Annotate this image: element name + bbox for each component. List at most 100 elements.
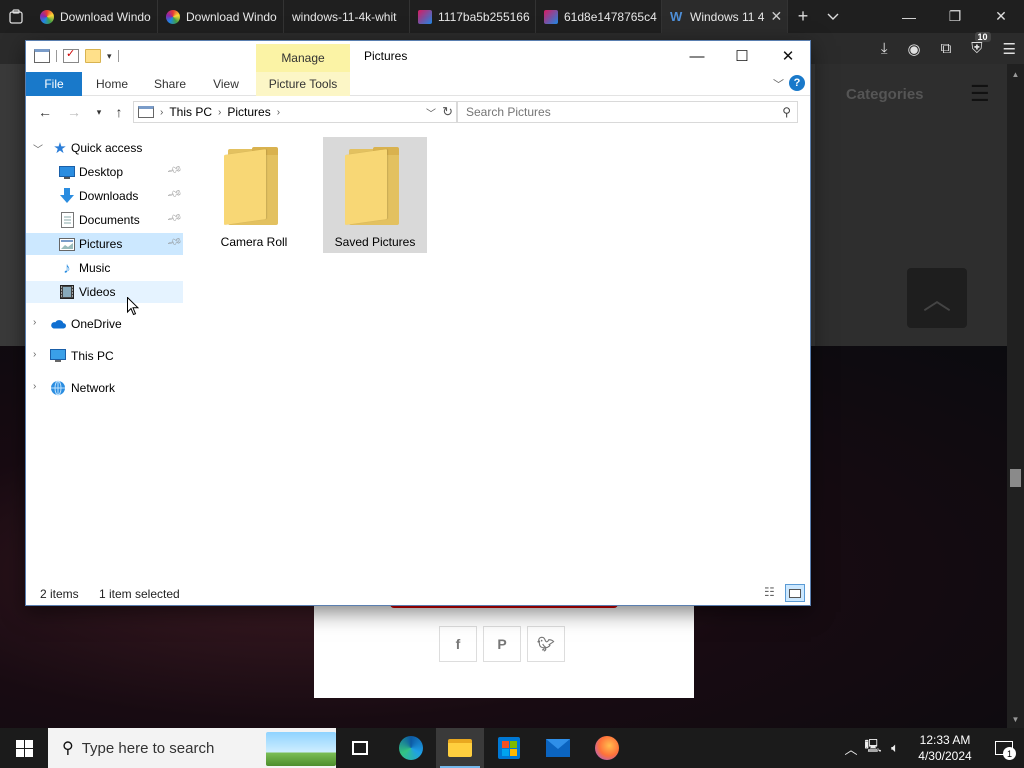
folder-item-camera-roll[interactable]: Camera Roll bbox=[202, 137, 306, 253]
up-arrow-icon[interactable]: ↑ bbox=[109, 102, 129, 122]
nav-this-pc[interactable]: › This PC bbox=[26, 345, 183, 367]
pin-icon[interactable]: 📌︎ bbox=[166, 235, 183, 251]
browser-tab[interactable]: windows-11-4k-whit bbox=[284, 0, 410, 33]
breadcrumb-this-pc[interactable]: This PC bbox=[169, 105, 212, 119]
scroll-down-arrow-icon[interactable]: ▼ bbox=[1007, 715, 1024, 724]
large-icons-view-icon[interactable] bbox=[785, 584, 805, 602]
browser-menu-icon[interactable]: ☰ bbox=[1003, 40, 1016, 58]
pin-icon[interactable]: 📌︎ bbox=[166, 187, 183, 203]
back-arrow-icon[interactable]: ← bbox=[35, 102, 55, 122]
minimize-icon[interactable]: — bbox=[674, 41, 720, 71]
extensions-icon[interactable]: ⧉ bbox=[941, 40, 952, 57]
search-box[interactable]: ⚲ bbox=[457, 101, 798, 123]
tab-share[interactable]: Share bbox=[148, 72, 192, 96]
browser-tab[interactable]: 61d8e1478765c4 bbox=[536, 0, 662, 33]
collapsed-chevron-icon[interactable]: › bbox=[33, 381, 36, 392]
tab-file[interactable]: File bbox=[26, 72, 82, 96]
network-status-icon[interactable]: 🖳︎ bbox=[862, 737, 884, 759]
expand-chevron-icon[interactable]: ﹀ bbox=[33, 141, 43, 156]
taskbar-mail[interactable] bbox=[534, 728, 582, 768]
search-icon: ⚲ bbox=[62, 740, 74, 757]
scrollbar-thumb[interactable] bbox=[1010, 469, 1021, 487]
ribbon-tabs: File Home Share View Picture Tools ﹀ ? bbox=[26, 72, 810, 96]
browser-minimize-icon[interactable]: — bbox=[886, 0, 932, 33]
customize-toolbar-icon[interactable]: ▾ bbox=[107, 51, 112, 62]
taskbar-edge[interactable] bbox=[387, 728, 435, 768]
new-folder-icon[interactable] bbox=[85, 49, 101, 63]
address-bar[interactable]: › This PC › Pictures › ﹀ ↻ bbox=[133, 101, 457, 123]
scroll-to-top-icon[interactable]: ︿ bbox=[907, 268, 967, 328]
close-icon[interactable]: ✕ bbox=[765, 41, 811, 71]
webpage-menu-icon[interactable]: ☰ bbox=[970, 83, 994, 105]
search-input[interactable] bbox=[458, 102, 768, 122]
browser-restore-icon[interactable]: ❐ bbox=[932, 0, 978, 33]
clock-time: 12:33 AM bbox=[919, 733, 971, 747]
tab-actions-menu-icon[interactable] bbox=[0, 0, 32, 33]
close-tab-icon[interactable]: ✕ bbox=[770, 8, 782, 25]
nav-item-desktop[interactable]: Desktop 📌︎ bbox=[26, 161, 183, 183]
volume-muted-icon[interactable]: 🔈︎ bbox=[884, 740, 906, 756]
properties-icon[interactable] bbox=[63, 47, 79, 63]
recent-locations-chevron-icon[interactable]: ▾ bbox=[89, 102, 109, 122]
browser-close-icon[interactable]: ✕ bbox=[978, 0, 1024, 33]
details-view-icon[interactable]: ☷ bbox=[764, 585, 782, 601]
browser-tab[interactable]: Download Windo bbox=[158, 0, 284, 33]
twitter-icon[interactable]: 🐦︎ bbox=[527, 626, 565, 662]
nav-onedrive[interactable]: › OneDrive bbox=[26, 313, 183, 335]
nav-item-music[interactable]: ♪ Music bbox=[26, 257, 183, 279]
nav-item-documents[interactable]: Documents 📌︎ bbox=[26, 209, 183, 231]
window-menu-icon[interactable] bbox=[34, 49, 50, 63]
start-button[interactable] bbox=[0, 728, 48, 768]
browser-tab[interactable]: 1117ba5b255166 bbox=[410, 0, 536, 33]
star-icon: ★ bbox=[53, 140, 67, 157]
pinterest-icon[interactable]: P bbox=[483, 626, 521, 662]
nav-network[interactable]: › Network bbox=[26, 377, 183, 399]
taskbar-search[interactable]: ⚲ Type here to search bbox=[48, 728, 336, 768]
breadcrumb-chevron-icon[interactable]: › bbox=[218, 107, 221, 118]
help-icon[interactable]: ? bbox=[789, 75, 805, 91]
taskbar-firefox[interactable] bbox=[583, 728, 631, 768]
tab-list-chevron-icon[interactable] bbox=[818, 0, 848, 33]
task-view-button[interactable] bbox=[336, 728, 384, 768]
show-hidden-icons-icon[interactable]: ︿ bbox=[840, 739, 862, 758]
browser-tab-active[interactable]: W Windows 11 4 ✕ bbox=[662, 0, 788, 33]
breadcrumb-pictures[interactable]: Pictures bbox=[227, 105, 270, 119]
downloads-icon[interactable]: ⤓ bbox=[881, 40, 888, 57]
forward-arrow-icon[interactable]: → bbox=[64, 102, 84, 122]
tab-home[interactable]: Home bbox=[88, 72, 136, 96]
folder-item-saved-pictures[interactable]: Saved Pictures bbox=[323, 137, 427, 253]
folder-label: Camera Roll bbox=[220, 235, 288, 249]
refresh-icon[interactable]: ↻ bbox=[442, 104, 453, 120]
page-scrollbar[interactable]: ▲ ▼ bbox=[1007, 64, 1024, 728]
new-tab-button[interactable]: + bbox=[788, 0, 818, 33]
cloud-icon bbox=[50, 316, 66, 332]
breadcrumb-chevron-icon[interactable]: › bbox=[277, 107, 280, 118]
clock[interactable]: 12:33 AM 4/30/2024 bbox=[906, 732, 984, 764]
pictures-location-icon bbox=[138, 106, 154, 118]
maximize-icon[interactable]: ☐ bbox=[719, 41, 765, 71]
notification-center-button[interactable]: 1 bbox=[984, 728, 1024, 768]
pin-icon[interactable]: 📌︎ bbox=[166, 163, 183, 179]
collapsed-chevron-icon[interactable]: › bbox=[33, 349, 36, 360]
search-icon[interactable]: ⚲ bbox=[782, 105, 791, 119]
collapsed-chevron-icon[interactable]: › bbox=[33, 317, 36, 328]
categories-menu[interactable]: Categories bbox=[846, 86, 924, 103]
ublock-icon[interactable]: ⛨ 10 bbox=[971, 32, 991, 57]
nav-item-videos[interactable]: Videos bbox=[26, 281, 183, 303]
expand-ribbon-icon[interactable]: ﹀ bbox=[773, 76, 784, 92]
taskbar-store[interactable] bbox=[485, 728, 533, 768]
manage-contextual-tab[interactable]: Manage bbox=[256, 44, 350, 72]
tab-picture-tools[interactable]: Picture Tools bbox=[256, 72, 350, 96]
tab-view[interactable]: View bbox=[206, 72, 246, 96]
nav-item-downloads[interactable]: Downloads 📌︎ bbox=[26, 185, 183, 207]
nav-item-pictures[interactable]: Pictures 📌︎ bbox=[26, 233, 183, 255]
scroll-up-arrow-icon[interactable]: ▲ bbox=[1007, 70, 1024, 79]
breadcrumb-chevron-icon[interactable]: › bbox=[160, 107, 163, 118]
browser-tab[interactable]: Download Windo bbox=[32, 0, 158, 33]
pin-icon[interactable]: 📌︎ bbox=[166, 211, 183, 227]
address-history-chevron-icon[interactable]: ﹀ bbox=[426, 105, 436, 120]
nav-quick-access[interactable]: ﹀ ★ Quick access bbox=[26, 137, 183, 159]
facebook-icon[interactable]: f bbox=[439, 626, 477, 662]
taskbar-file-explorer[interactable] bbox=[436, 728, 484, 768]
account-icon[interactable]: ◉ bbox=[907, 40, 920, 58]
